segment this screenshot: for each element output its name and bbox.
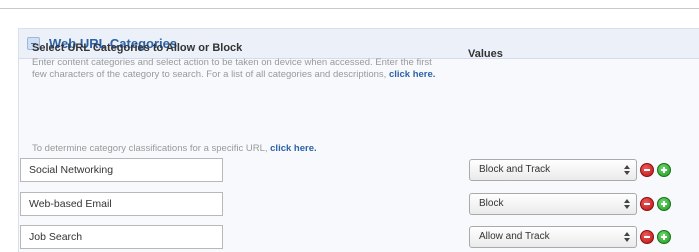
categories-list-link[interactable]: click here. [389,69,435,80]
section-title: Select URL Categories to Allow or Block [32,42,243,54]
determine-classification-text: To determine category classifications fo… [32,143,317,154]
category-row: Block and Track [0,158,699,184]
select-updown-arrow-icon [624,230,630,244]
category-input[interactable] [20,192,223,216]
select-updown-arrow-icon [624,197,630,211]
section-description: Enter content categories and select acti… [32,57,442,81]
select-updown-arrow-icon [624,163,630,177]
action-select[interactable]: Allow and Track [469,226,637,248]
description-text: Enter content categories and select acti… [32,57,432,80]
values-column-header: Values [468,48,503,60]
remove-red-minus-icon[interactable] [640,197,654,211]
action-select-value: Block and Track [479,164,551,175]
top-divider [0,8,699,9]
add-green-plus-icon[interactable] [657,163,671,177]
determine-text: To determine category classifications fo… [32,143,268,154]
category-row: Block [0,192,699,218]
category-input[interactable] [20,225,223,249]
remove-red-minus-icon[interactable] [640,230,654,244]
category-row: Allow and Track [0,225,699,251]
category-input[interactable] [20,158,223,182]
action-select[interactable]: Block and Track [469,159,637,181]
action-select-value: Block [479,198,504,209]
remove-red-minus-icon[interactable] [640,163,654,177]
determine-classification-link[interactable]: click here. [270,143,316,154]
action-select-value: Allow and Track [479,231,550,242]
action-select[interactable]: Block [469,193,637,215]
add-green-plus-icon[interactable] [657,230,671,244]
add-green-plus-icon[interactable] [657,197,671,211]
